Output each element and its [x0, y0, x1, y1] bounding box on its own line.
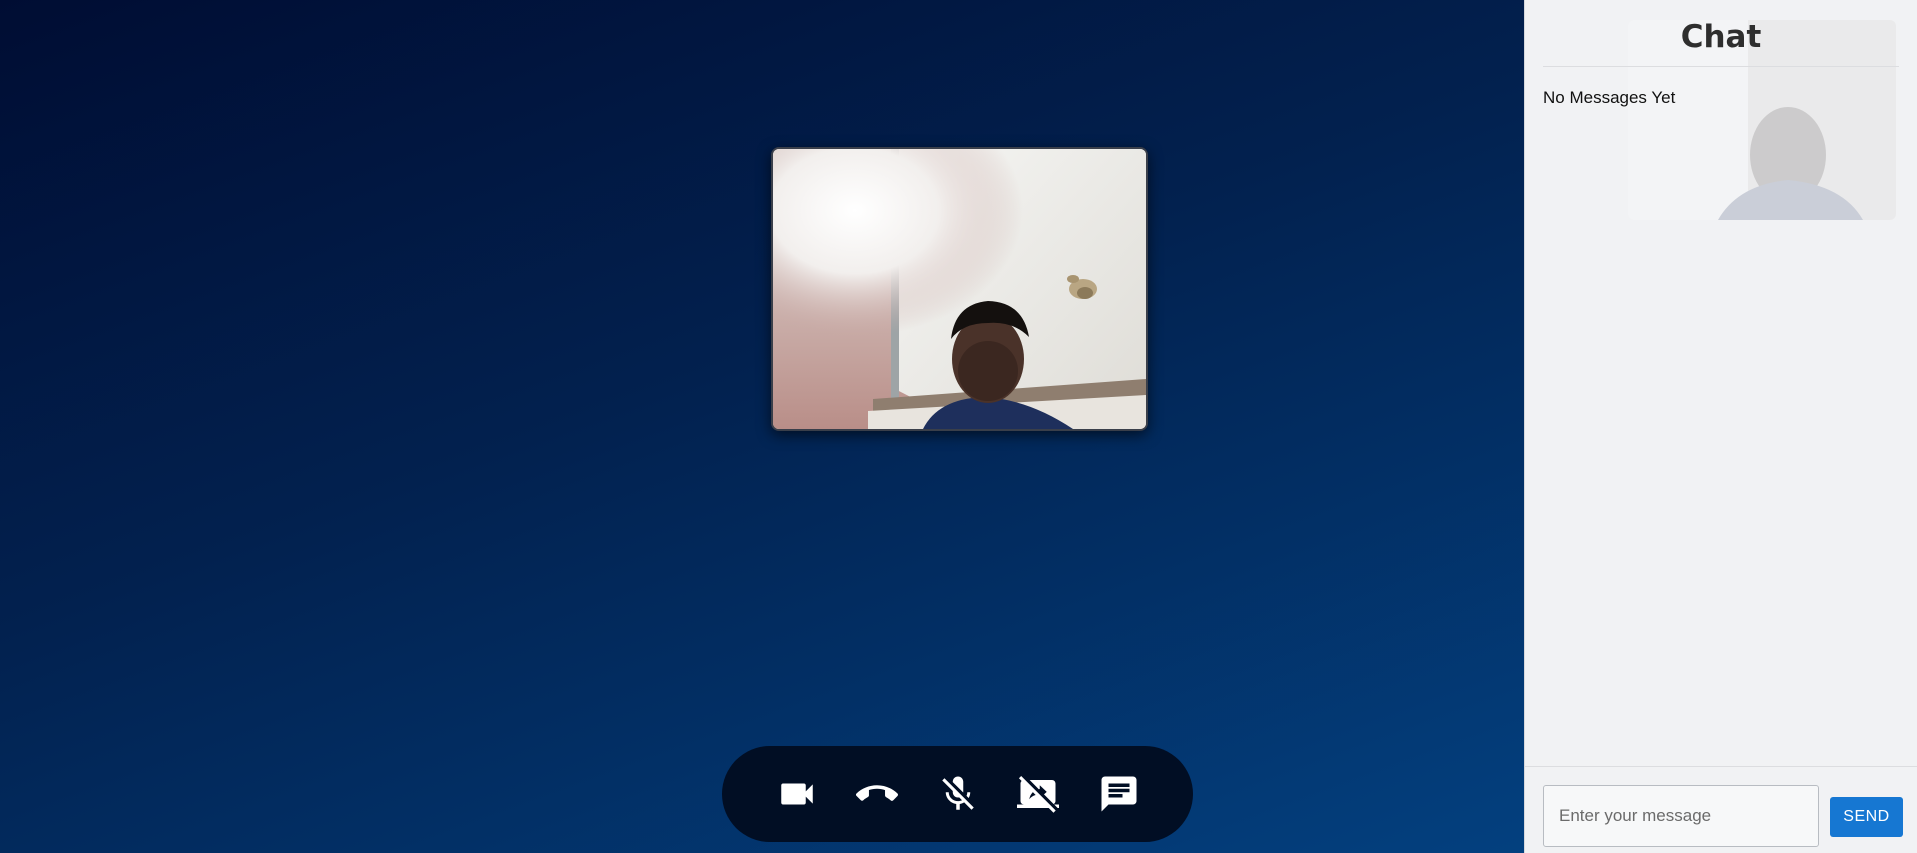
hang-up-phone-icon: [856, 785, 898, 801]
hang-up-button[interactable]: [849, 766, 905, 822]
toggle-chat-button[interactable]: [1091, 766, 1147, 822]
video-call-app: Chat No Messages Yet SEND: [0, 0, 1917, 853]
send-button[interactable]: SEND: [1830, 797, 1903, 837]
chat-panel: Chat No Messages Yet SEND: [1524, 0, 1917, 853]
message-input[interactable]: [1543, 785, 1819, 847]
mic-off-icon: [941, 776, 974, 810]
remote-video-feed: [771, 147, 1148, 431]
video-camera-icon: [780, 783, 813, 805]
chat-input-area: SEND: [1525, 766, 1917, 853]
chat-title: Chat: [1543, 14, 1899, 67]
chat-message-list: No Messages Yet: [1543, 84, 1899, 765]
call-control-bar: [722, 746, 1193, 842]
toggle-video-button[interactable]: [769, 766, 825, 822]
empty-messages-text: No Messages Yet: [1543, 88, 1676, 107]
chat-icon: [1101, 776, 1136, 812]
toggle-screen-share-button[interactable]: [1010, 766, 1066, 822]
screen-share-off-icon: [1017, 776, 1059, 813]
toggle-mic-button[interactable]: [930, 766, 986, 822]
webcam-image: [773, 149, 1146, 429]
video-stage: [0, 0, 1524, 853]
